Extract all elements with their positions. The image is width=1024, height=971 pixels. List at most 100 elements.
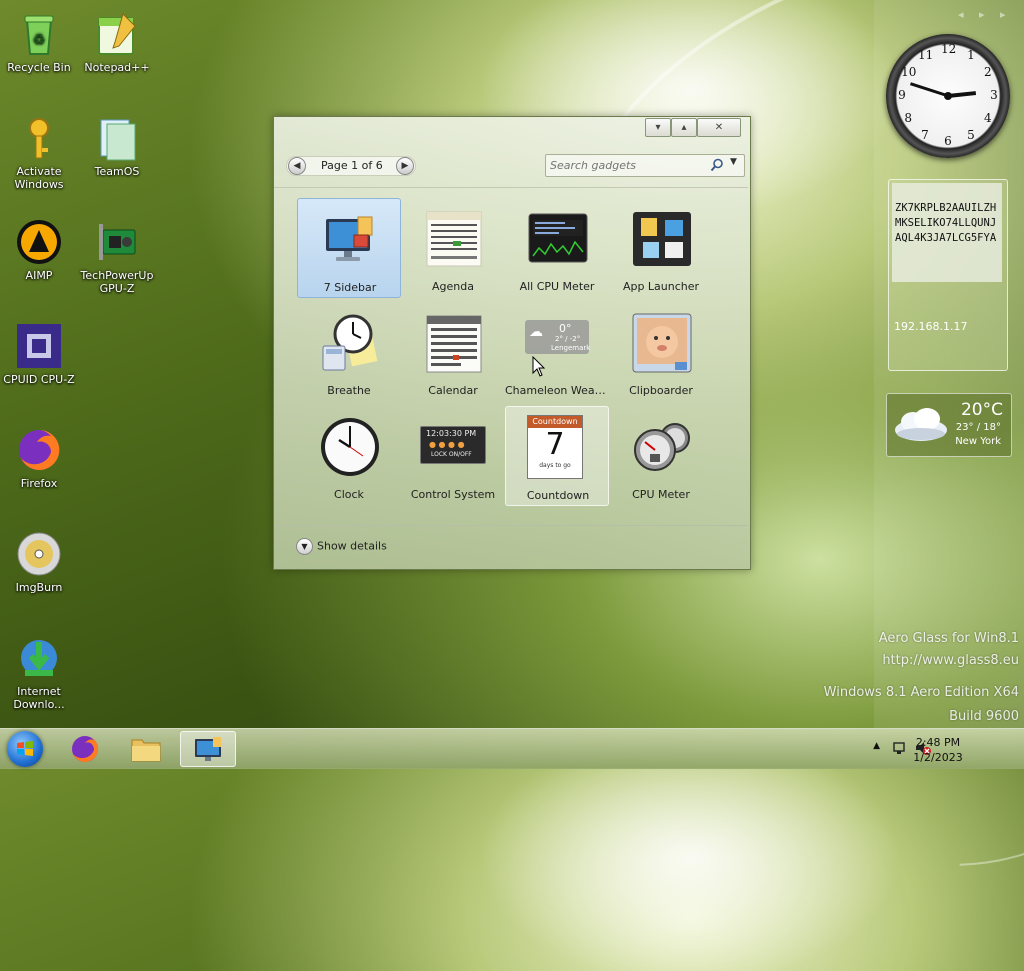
countdown-number: 7 — [545, 427, 565, 462]
weather-gadget[interactable]: 20°C 23° / 18° New York — [886, 393, 1012, 457]
gadget-tile-7-sidebar[interactable]: 7 Sidebar — [297, 198, 401, 298]
weather-preview: ☁ 0° 2° / -2° Lengemark — [525, 320, 591, 354]
search-icon[interactable] — [710, 158, 724, 172]
clock-number: 7 — [921, 127, 929, 142]
gadget-tile-control-system[interactable]: 12:03:30 PM ● ● ● ● LOCK ON/OFF Control … — [401, 406, 505, 506]
clock-center — [944, 92, 952, 100]
gadget-label: All CPU Meter — [519, 280, 595, 293]
watermark-line-2: http://www.glass8.eu — [882, 653, 1019, 668]
clock-number: 6 — [944, 134, 952, 148]
desktop-icon-internet-download-manager[interactable]: Internet Downlo... — [0, 634, 78, 711]
gadget-tile-breathe[interactable]: Breathe — [297, 302, 401, 402]
desktop-icon-label: CPUID CPU-Z — [3, 373, 75, 386]
close-button[interactable]: ✕ — [697, 118, 741, 137]
clock-number: 8 — [904, 111, 912, 125]
sidebar-nav-arrows[interactable]: ◂ ▸ ▸ — [958, 8, 1012, 21]
monitor-icon — [326, 216, 373, 261]
notes-gadget[interactable]: ZK7KRPLB2AAUILZHMKSELIKO74LLQUNJAQL4K3JA… — [888, 179, 1008, 371]
restore-button[interactable]: ▴ — [671, 118, 697, 137]
recycle-bin-icon: ♻ — [15, 10, 63, 58]
control-system-buttons: ● ● ● ● — [429, 440, 465, 449]
control-system-time: 12:03:30 PM — [426, 429, 477, 438]
gadget-label: Agenda — [432, 280, 474, 293]
watermark-line-4: Build 9600 — [949, 709, 1019, 724]
hour-hand — [947, 91, 977, 98]
gadget-tile-cpu-meter[interactable]: CPU Meter — [609, 406, 713, 506]
desktop-icon-recycle-bin[interactable]: ♻ Recycle Bin — [0, 10, 78, 74]
tray-clock[interactable]: 2:48 PM 1/2/2023 — [908, 735, 968, 765]
cloud-rain-icon: ☁ — [529, 324, 543, 340]
prev-page-button[interactable]: ◀ — [288, 157, 306, 175]
control-system-preview: 12:03:30 PM ● ● ● ● LOCK ON/OFF — [420, 426, 486, 464]
gadget-tile-app-launcher[interactable]: App Launcher — [609, 198, 713, 298]
desktop-icon-aimp[interactable]: AIMP — [0, 218, 78, 282]
calendar-icon — [426, 315, 482, 373]
desktop-icon-label: Activate Windows — [14, 165, 64, 191]
desktop-icon-cpuid-cpu-z[interactable]: CPUID CPU-Z — [0, 322, 78, 386]
imgburn-icon — [15, 530, 63, 578]
taskbar-file-explorer[interactable] — [118, 731, 174, 767]
notepad-plus-plus-icon — [93, 10, 141, 58]
gadget-label: 7 Sidebar — [323, 281, 377, 294]
gadget-label: Breathe — [327, 384, 371, 397]
notes-key-text[interactable]: ZK7KRPLB2AAUILZHMKSELIKO74LLQUNJAQL4K3JA… — [892, 183, 1002, 282]
show-hidden-icons-icon[interactable]: ▲ — [873, 741, 880, 751]
gadget-tile-all-cpu-meter[interactable]: All CPU Meter — [505, 198, 609, 298]
desktop-icon-label: Internet Downlo... — [13, 685, 65, 711]
desktop-icon-imgburn[interactable]: ImgBurn — [0, 530, 78, 594]
cpu-gauge-icon — [634, 423, 690, 471]
next-page-button[interactable]: ▶ — [396, 157, 414, 175]
desktop-icon-notepad-plus-plus[interactable]: Notepad++ — [78, 10, 156, 74]
desktop-icon-techpowerup-gpu-z[interactable]: TechPowerUp GPU-Z — [78, 218, 156, 295]
firefox-icon — [15, 426, 63, 474]
start-button[interactable] — [7, 731, 43, 767]
desktop-icon-teamos[interactable]: TeamOS — [78, 114, 156, 178]
watermark-line-3: Windows 8.1 Aero Edition X64 — [823, 685, 1019, 700]
watermark-line-1: Aero Glass for Win8.1 — [878, 631, 1019, 646]
page-navigator: ◀ Page 1 of 6 ▶ — [286, 156, 416, 176]
windows-logo-icon — [17, 741, 33, 756]
weather-city: New York — [955, 436, 1001, 447]
desktop-icon-label: Recycle Bin — [7, 61, 71, 74]
page-indicator: Page 1 of 6 — [321, 159, 383, 172]
gadget-tile-chameleon-weather[interactable]: ☁ 0° 2° / -2° Lengemark Chameleon Weat..… — [505, 302, 609, 402]
clock-number: 2 — [984, 65, 992, 79]
taskbar: ▲ 2:48 PM 1/2/2023 — [0, 728, 1024, 769]
show-details-toggle[interactable]: ▼ Show details — [296, 538, 387, 555]
gadget-tile-calendar[interactable]: Calendar — [401, 302, 505, 402]
tray-time: 2:48 PM — [915, 736, 961, 749]
weather-preview-place: Lengemark — [551, 344, 591, 352]
countdown-preview: Countdown 7 days to go — [527, 415, 583, 479]
gadget-label: Clock — [334, 488, 364, 501]
desktop-icon-firefox[interactable]: Firefox — [0, 426, 78, 490]
gadget-tile-agenda[interactable]: Agenda — [401, 198, 505, 298]
gadget-tile-clipboarder[interactable]: Clipboarder — [609, 302, 713, 402]
gadget-label: Chameleon Weat... — [505, 384, 609, 397]
clock-gadget[interactable]: 12 1 2 3 4 5 6 7 8 9 10 11 — [886, 34, 1010, 158]
search-box[interactable]: ▼ — [545, 154, 745, 177]
gadget-tile-countdown[interactable]: Countdown 7 days to go Countdown — [505, 406, 609, 506]
desktop-icon-label: TechPowerUp GPU-Z — [80, 269, 154, 295]
desktop-icon-label: TeamOS — [94, 165, 140, 178]
teamos-icon — [93, 114, 141, 162]
monitor-icon — [195, 737, 221, 761]
desktop-icon-label: ImgBurn — [15, 581, 63, 594]
clock-number: 1 — [967, 48, 975, 63]
network-icon[interactable] — [892, 740, 908, 756]
techpowerup-gpu-z-icon — [93, 218, 141, 266]
cloud-icon — [895, 408, 947, 441]
taskbar-firefox[interactable] — [58, 731, 114, 767]
taskbar-gadgets[interactable] — [180, 731, 236, 767]
ip-address: 192.168.1.17 — [894, 320, 968, 333]
gadget-label: Clipboarder — [629, 384, 693, 397]
search-dropdown-icon[interactable]: ▼ — [730, 157, 737, 167]
desktop-icon-label: Firefox — [20, 477, 58, 490]
options-dropdown-button[interactable]: ▾ — [645, 118, 671, 137]
gadget-label: App Launcher — [622, 280, 700, 293]
folder-icon — [131, 739, 161, 762]
cpuid-cpu-z-icon — [15, 322, 63, 370]
search-input[interactable] — [550, 157, 700, 173]
gadget-tile-clock[interactable]: Clock — [297, 406, 401, 506]
clock-number: 5 — [967, 127, 975, 142]
desktop-icon-activate-windows[interactable]: Activate Windows — [0, 114, 78, 191]
